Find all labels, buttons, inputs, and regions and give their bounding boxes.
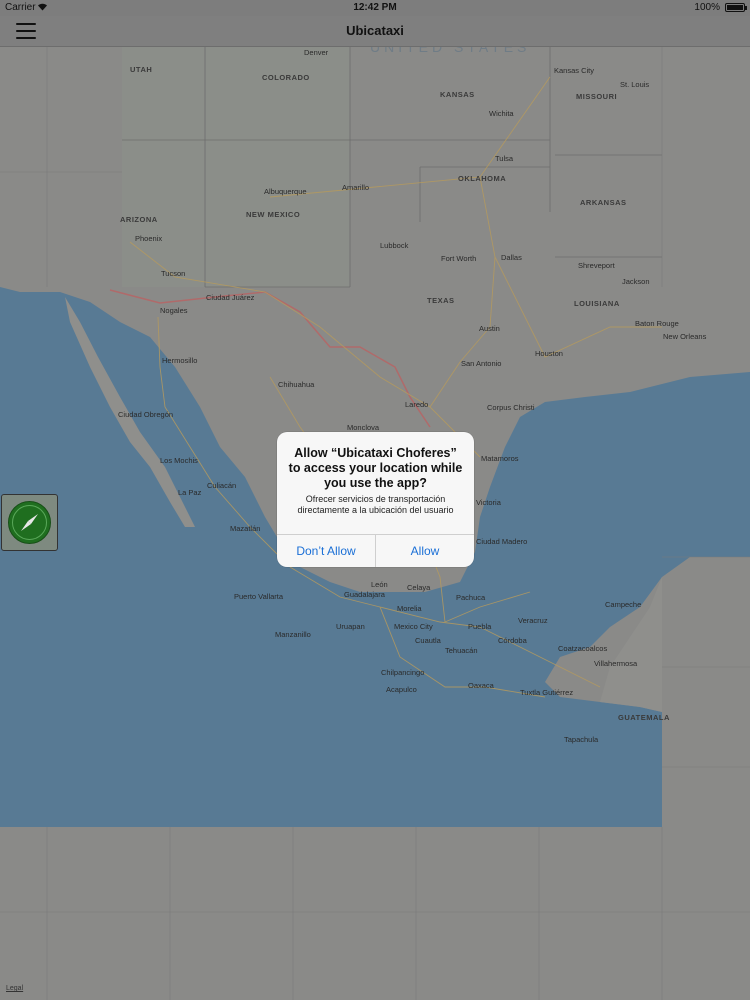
city-label: Ciudad Madero xyxy=(476,537,528,546)
page-title: Ubicataxi xyxy=(346,23,404,38)
state-label: MISSOURI xyxy=(576,92,618,101)
city-label: San Antonio xyxy=(461,359,502,368)
city-label: Mazatlán xyxy=(230,524,261,533)
city-label: Victoria xyxy=(476,498,501,507)
battery-percent: 100% xyxy=(694,2,720,13)
battery-icon xyxy=(725,3,747,12)
city-label: Wichita xyxy=(489,109,514,118)
city-label: Jackson xyxy=(622,277,650,286)
status-bar: Carrier 12:42 PM 100% xyxy=(0,0,750,16)
city-label: Ciudad Juárez xyxy=(206,293,255,302)
location-button[interactable] xyxy=(1,494,58,551)
city-label: Uruapan xyxy=(336,622,365,631)
city-label: Celaya xyxy=(407,583,431,592)
state-label: GUATEMALA xyxy=(618,713,670,722)
country-label: UNITED STATES xyxy=(370,47,531,55)
city-label: León xyxy=(371,580,388,589)
city-label: Mexico City xyxy=(394,622,433,631)
navigation-bar: Ubicataxi xyxy=(0,16,750,47)
city-label: Laredo xyxy=(405,400,429,409)
city-label: New Orleans xyxy=(663,332,707,341)
dont-allow-button[interactable]: Don’t Allow xyxy=(277,535,375,567)
city-label: Houston xyxy=(535,349,563,358)
city-label: Pachuca xyxy=(456,593,486,602)
state-label: ARIZONA xyxy=(120,215,158,224)
city-label: Tucson xyxy=(161,269,186,278)
city-label: Ciudad Obregón xyxy=(118,410,174,419)
state-label: OKLAHOMA xyxy=(458,174,507,183)
city-label: Denver xyxy=(304,48,329,57)
state-label: ARKANSAS xyxy=(580,198,627,207)
city-label: Hermosillo xyxy=(162,356,198,365)
city-label: Veracruz xyxy=(518,616,548,625)
city-label: Amarillo xyxy=(342,183,370,192)
state-label: NEW MEXICO xyxy=(246,210,301,219)
city-label: Corpus Christi xyxy=(487,403,535,412)
legal-link[interactable]: Legal xyxy=(6,985,23,992)
city-label: Tehuacán xyxy=(445,646,478,655)
city-label: Córdoba xyxy=(498,636,527,645)
city-label: Monclova xyxy=(347,423,380,432)
city-label: Puebla xyxy=(468,622,492,631)
city-label: Puerto Vallarta xyxy=(234,592,284,601)
city-label: St. Louis xyxy=(620,80,650,89)
alert-message: Ofrecer servicios de transportación dire… xyxy=(297,494,454,515)
city-label: Dallas xyxy=(501,253,522,262)
city-label: Matamoros xyxy=(481,454,519,463)
state-label: KANSAS xyxy=(440,90,475,99)
city-label: Villahermosa xyxy=(594,659,638,668)
city-label: Shreveport xyxy=(578,261,615,270)
city-label: Tulsa xyxy=(495,154,514,163)
allow-button[interactable]: Allow xyxy=(376,535,474,567)
status-time: 12:42 PM xyxy=(353,2,397,13)
city-label: Tuxtla Gutiérrez xyxy=(520,688,574,697)
city-label: Acapulco xyxy=(386,685,417,694)
city-label: Tapachula xyxy=(564,735,599,744)
state-label: COLORADO xyxy=(262,73,310,82)
state-label: LOUISIANA xyxy=(574,299,620,308)
city-label: Phoenix xyxy=(135,234,163,243)
city-label: Campeche xyxy=(605,600,642,609)
city-label: Manzanillo xyxy=(275,630,311,639)
city-label: Fort Worth xyxy=(441,254,477,263)
state-label: UTAH xyxy=(130,65,153,74)
location-permission-alert: Allow “Ubicataxi Choferes” to access you… xyxy=(277,432,474,567)
state-label: TEXAS xyxy=(427,296,455,305)
city-label: Nogales xyxy=(160,306,188,315)
city-label: Los Mochis xyxy=(160,456,198,465)
city-label: Culiacán xyxy=(207,481,237,490)
compass-icon xyxy=(8,501,51,544)
city-label: Austin xyxy=(479,324,500,333)
alert-title: Allow “Ubicataxi Choferes” to access you… xyxy=(288,446,463,490)
city-label: Cuautla xyxy=(415,636,441,645)
city-label: La Paz xyxy=(178,488,202,497)
city-label: Chilpancingo xyxy=(381,668,425,677)
city-label: Albuquerque xyxy=(264,187,307,196)
city-label: Guadalajara xyxy=(344,590,385,599)
city-label: Kansas City xyxy=(554,66,595,75)
city-label: Baton Rouge xyxy=(635,319,679,328)
city-label: Oaxaca xyxy=(468,681,494,690)
alert-button-row: Don’t Allow Allow xyxy=(277,534,474,567)
city-label: Chihuahua xyxy=(278,380,315,389)
city-label: Lubbock xyxy=(380,241,409,250)
city-label: Coatzacoalcos xyxy=(558,644,608,653)
city-label: Morelia xyxy=(397,604,422,613)
